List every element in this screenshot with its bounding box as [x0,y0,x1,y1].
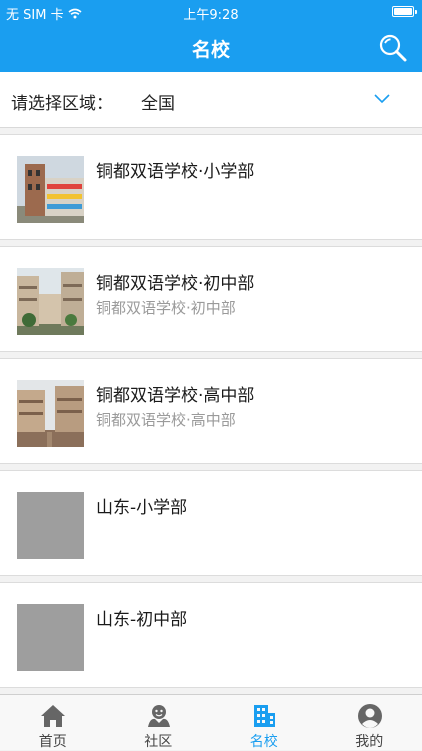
school-thumbnail-placeholder [17,492,84,559]
tab-label: 首页 [0,731,106,751]
profile-icon [357,703,383,729]
tab-home[interactable]: 首页 [0,695,106,751]
school-thumbnail [17,380,84,447]
school-name: 铜都双语学校·高中部 [96,381,254,406]
status-time: 上午9:28 [0,4,422,23]
region-label: 请选择区域： [11,89,113,114]
region-selector[interactable]: 请选择区域： 全国 [0,72,422,128]
list-item[interactable]: 铜都双语学校·小学部 [0,134,422,240]
school-name: 山东-初中部 [96,605,187,630]
tab-schools[interactable]: 名校 [211,695,317,751]
nav-bar: 名校 [0,24,422,72]
community-icon [146,703,172,729]
school-list: 铜都双语学校·小学部 铜都双语学校·初中部 铜都双语学校·初中部 [0,134,422,694]
search-icon[interactable] [378,33,408,63]
list-item[interactable]: 铜都双语学校·高中部 铜都双语学校·高中部 [0,358,422,464]
status-bar: 无 SIM 卡 上午9:28 [0,0,422,24]
school-building-icon [251,703,277,729]
tab-label: 社区 [106,731,212,751]
tab-community[interactable]: 社区 [106,695,212,751]
list-item[interactable]: 山东-小学部 [0,470,422,576]
page-title: 名校 [0,35,422,62]
battery-icon [392,6,414,17]
list-item[interactable]: 铜都双语学校·初中部 铜都双语学校·初中部 [0,246,422,352]
tab-label: 我的 [317,731,422,751]
school-thumbnail [17,156,84,223]
tab-label: 名校 [211,731,317,751]
region-value[interactable]: 全国 [141,89,175,114]
home-icon [40,703,66,729]
tab-profile[interactable]: 我的 [317,695,422,751]
school-thumbnail [17,268,84,335]
list-item[interactable]: 山东-初中部 [0,582,422,688]
school-name: 铜都双语学校·初中部 [96,269,254,294]
school-thumbnail-placeholder [17,604,84,671]
chevron-down-icon[interactable] [374,94,390,104]
tab-bar: 首页 社区 名校 我的 [0,694,422,750]
school-name: 铜都双语学校·小学部 [96,157,254,182]
school-subtitle: 铜都双语学校·初中部 [96,297,236,318]
school-subtitle: 铜都双语学校·高中部 [96,409,236,430]
school-name: 山东-小学部 [96,493,187,518]
